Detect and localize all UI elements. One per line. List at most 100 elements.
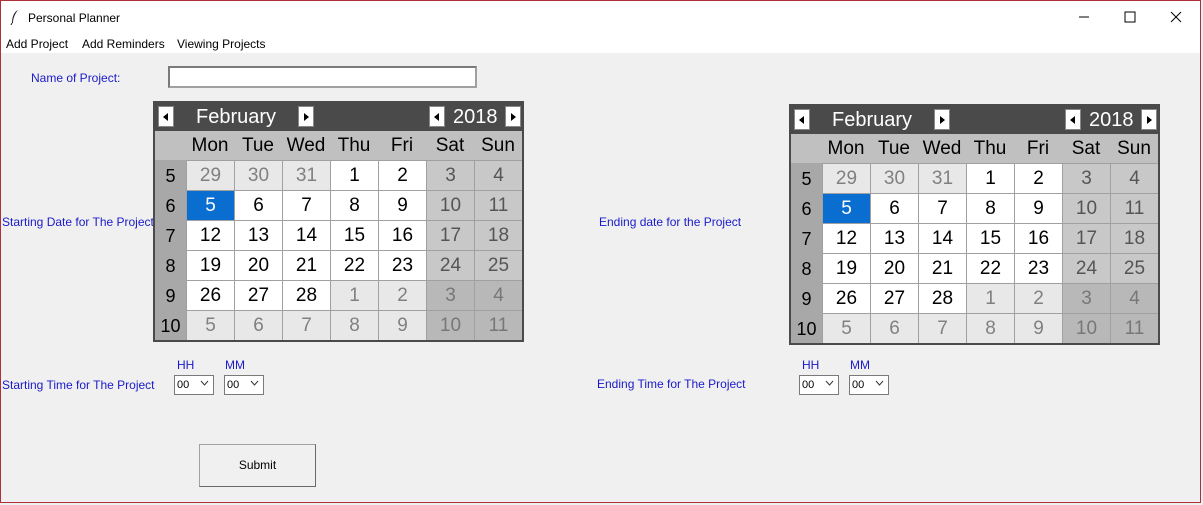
selected-day-cell[interactable]: 5 — [187, 191, 234, 220]
next-month-button[interactable] — [298, 106, 314, 127]
day-cell[interactable]: 23 — [1015, 254, 1062, 283]
day-cell[interactable]: 23 — [379, 251, 426, 280]
next-month-button[interactable] — [934, 109, 950, 130]
day-cell[interactable]: 10 — [1063, 194, 1110, 223]
day-cell[interactable]: 2 — [1015, 164, 1062, 193]
day-cell[interactable]: 5 — [823, 314, 870, 343]
maximize-button[interactable] — [1107, 1, 1153, 33]
day-cell[interactable]: 26 — [187, 281, 234, 310]
next-year-button[interactable] — [505, 106, 521, 127]
start-minute-select[interactable]: 00 — [224, 375, 264, 395]
day-cell[interactable]: 19 — [823, 254, 870, 283]
day-cell[interactable]: 8 — [331, 191, 378, 220]
day-cell[interactable]: 13 — [871, 224, 918, 253]
prev-year-button[interactable] — [1065, 109, 1081, 130]
day-cell[interactable]: 22 — [331, 251, 378, 280]
selected-day-cell[interactable]: 5 — [823, 194, 870, 223]
day-cell[interactable]: 8 — [967, 194, 1014, 223]
day-cell[interactable]: 1 — [331, 161, 378, 190]
day-cell[interactable]: 5 — [187, 311, 234, 340]
day-cell[interactable]: 16 — [379, 221, 426, 250]
day-cell[interactable]: 16 — [1015, 224, 1062, 253]
day-cell[interactable]: 17 — [1063, 224, 1110, 253]
start-hour-select[interactable]: 00 — [174, 375, 214, 395]
day-cell[interactable]: 28 — [919, 284, 966, 313]
day-cell[interactable]: 7 — [283, 191, 330, 220]
day-cell[interactable]: 14 — [283, 221, 330, 250]
day-cell[interactable]: 19 — [187, 251, 234, 280]
day-cell[interactable]: 2 — [379, 161, 426, 190]
day-cell[interactable]: 31 — [919, 164, 966, 193]
day-cell[interactable]: 10 — [427, 191, 474, 220]
day-cell[interactable]: 11 — [475, 311, 522, 340]
day-cell[interactable]: 1 — [967, 164, 1014, 193]
day-cell[interactable]: 11 — [1111, 314, 1158, 343]
day-cell[interactable]: 17 — [427, 221, 474, 250]
day-cell[interactable]: 21 — [283, 251, 330, 280]
day-cell[interactable]: 2 — [1015, 284, 1062, 313]
day-cell[interactable]: 3 — [1063, 164, 1110, 193]
submit-button[interactable]: Submit — [199, 444, 316, 487]
day-cell[interactable]: 25 — [475, 251, 522, 280]
day-cell[interactable]: 14 — [919, 224, 966, 253]
day-cell[interactable]: 9 — [379, 311, 426, 340]
day-cell[interactable]: 12 — [187, 221, 234, 250]
day-cell[interactable]: 18 — [475, 221, 522, 250]
day-cell[interactable]: 29 — [823, 164, 870, 193]
day-cell[interactable]: 1 — [967, 284, 1014, 313]
day-cell[interactable]: 7 — [919, 194, 966, 223]
next-year-button[interactable] — [1141, 109, 1157, 130]
day-cell[interactable]: 22 — [967, 254, 1014, 283]
day-cell[interactable]: 15 — [967, 224, 1014, 253]
prev-year-button[interactable] — [429, 106, 445, 127]
day-cell[interactable]: 13 — [235, 221, 282, 250]
day-cell[interactable]: 8 — [967, 314, 1014, 343]
day-cell[interactable]: 8 — [331, 311, 378, 340]
prev-month-button[interactable] — [158, 106, 174, 127]
day-cell[interactable]: 24 — [427, 251, 474, 280]
day-cell[interactable]: 7 — [283, 311, 330, 340]
end-hour-select[interactable]: 00 — [799, 375, 839, 395]
end-minute-select[interactable]: 00 — [849, 375, 889, 395]
day-cell[interactable]: 20 — [871, 254, 918, 283]
day-cell[interactable]: 4 — [1111, 284, 1158, 313]
day-cell[interactable]: 27 — [871, 284, 918, 313]
day-cell[interactable]: 3 — [1063, 284, 1110, 313]
day-cell[interactable]: 2 — [379, 281, 426, 310]
day-cell[interactable]: 28 — [283, 281, 330, 310]
project-name-input[interactable] — [168, 66, 477, 88]
day-cell[interactable]: 7 — [919, 314, 966, 343]
day-cell[interactable]: 9 — [1015, 194, 1062, 223]
day-cell[interactable]: 6 — [235, 311, 282, 340]
minimize-button[interactable] — [1061, 1, 1107, 33]
day-cell[interactable]: 3 — [427, 161, 474, 190]
menu-add-project[interactable]: Add Project — [6, 37, 68, 51]
menu-viewing-projects[interactable]: Viewing Projects — [177, 37, 266, 51]
day-cell[interactable]: 18 — [1111, 224, 1158, 253]
day-cell[interactable]: 10 — [427, 311, 474, 340]
day-cell[interactable]: 30 — [235, 161, 282, 190]
day-cell[interactable]: 31 — [283, 161, 330, 190]
day-cell[interactable]: 11 — [475, 191, 522, 220]
day-cell[interactable]: 6 — [871, 314, 918, 343]
prev-month-button[interactable] — [794, 109, 810, 130]
day-cell[interactable]: 20 — [235, 251, 282, 280]
day-cell[interactable]: 4 — [1111, 164, 1158, 193]
day-cell[interactable]: 4 — [475, 281, 522, 310]
day-cell[interactable]: 24 — [1063, 254, 1110, 283]
day-cell[interactable]: 25 — [1111, 254, 1158, 283]
day-cell[interactable]: 4 — [475, 161, 522, 190]
day-cell[interactable]: 29 — [187, 161, 234, 190]
day-cell[interactable]: 10 — [1063, 314, 1110, 343]
day-cell[interactable]: 1 — [331, 281, 378, 310]
day-cell[interactable]: 9 — [379, 191, 426, 220]
day-cell[interactable]: 6 — [235, 191, 282, 220]
close-button[interactable] — [1153, 1, 1199, 33]
day-cell[interactable]: 12 — [823, 224, 870, 253]
day-cell[interactable]: 27 — [235, 281, 282, 310]
day-cell[interactable]: 26 — [823, 284, 870, 313]
day-cell[interactable]: 9 — [1015, 314, 1062, 343]
day-cell[interactable]: 11 — [1111, 194, 1158, 223]
menu-add-reminders[interactable]: Add Reminders — [82, 37, 165, 51]
day-cell[interactable]: 3 — [427, 281, 474, 310]
